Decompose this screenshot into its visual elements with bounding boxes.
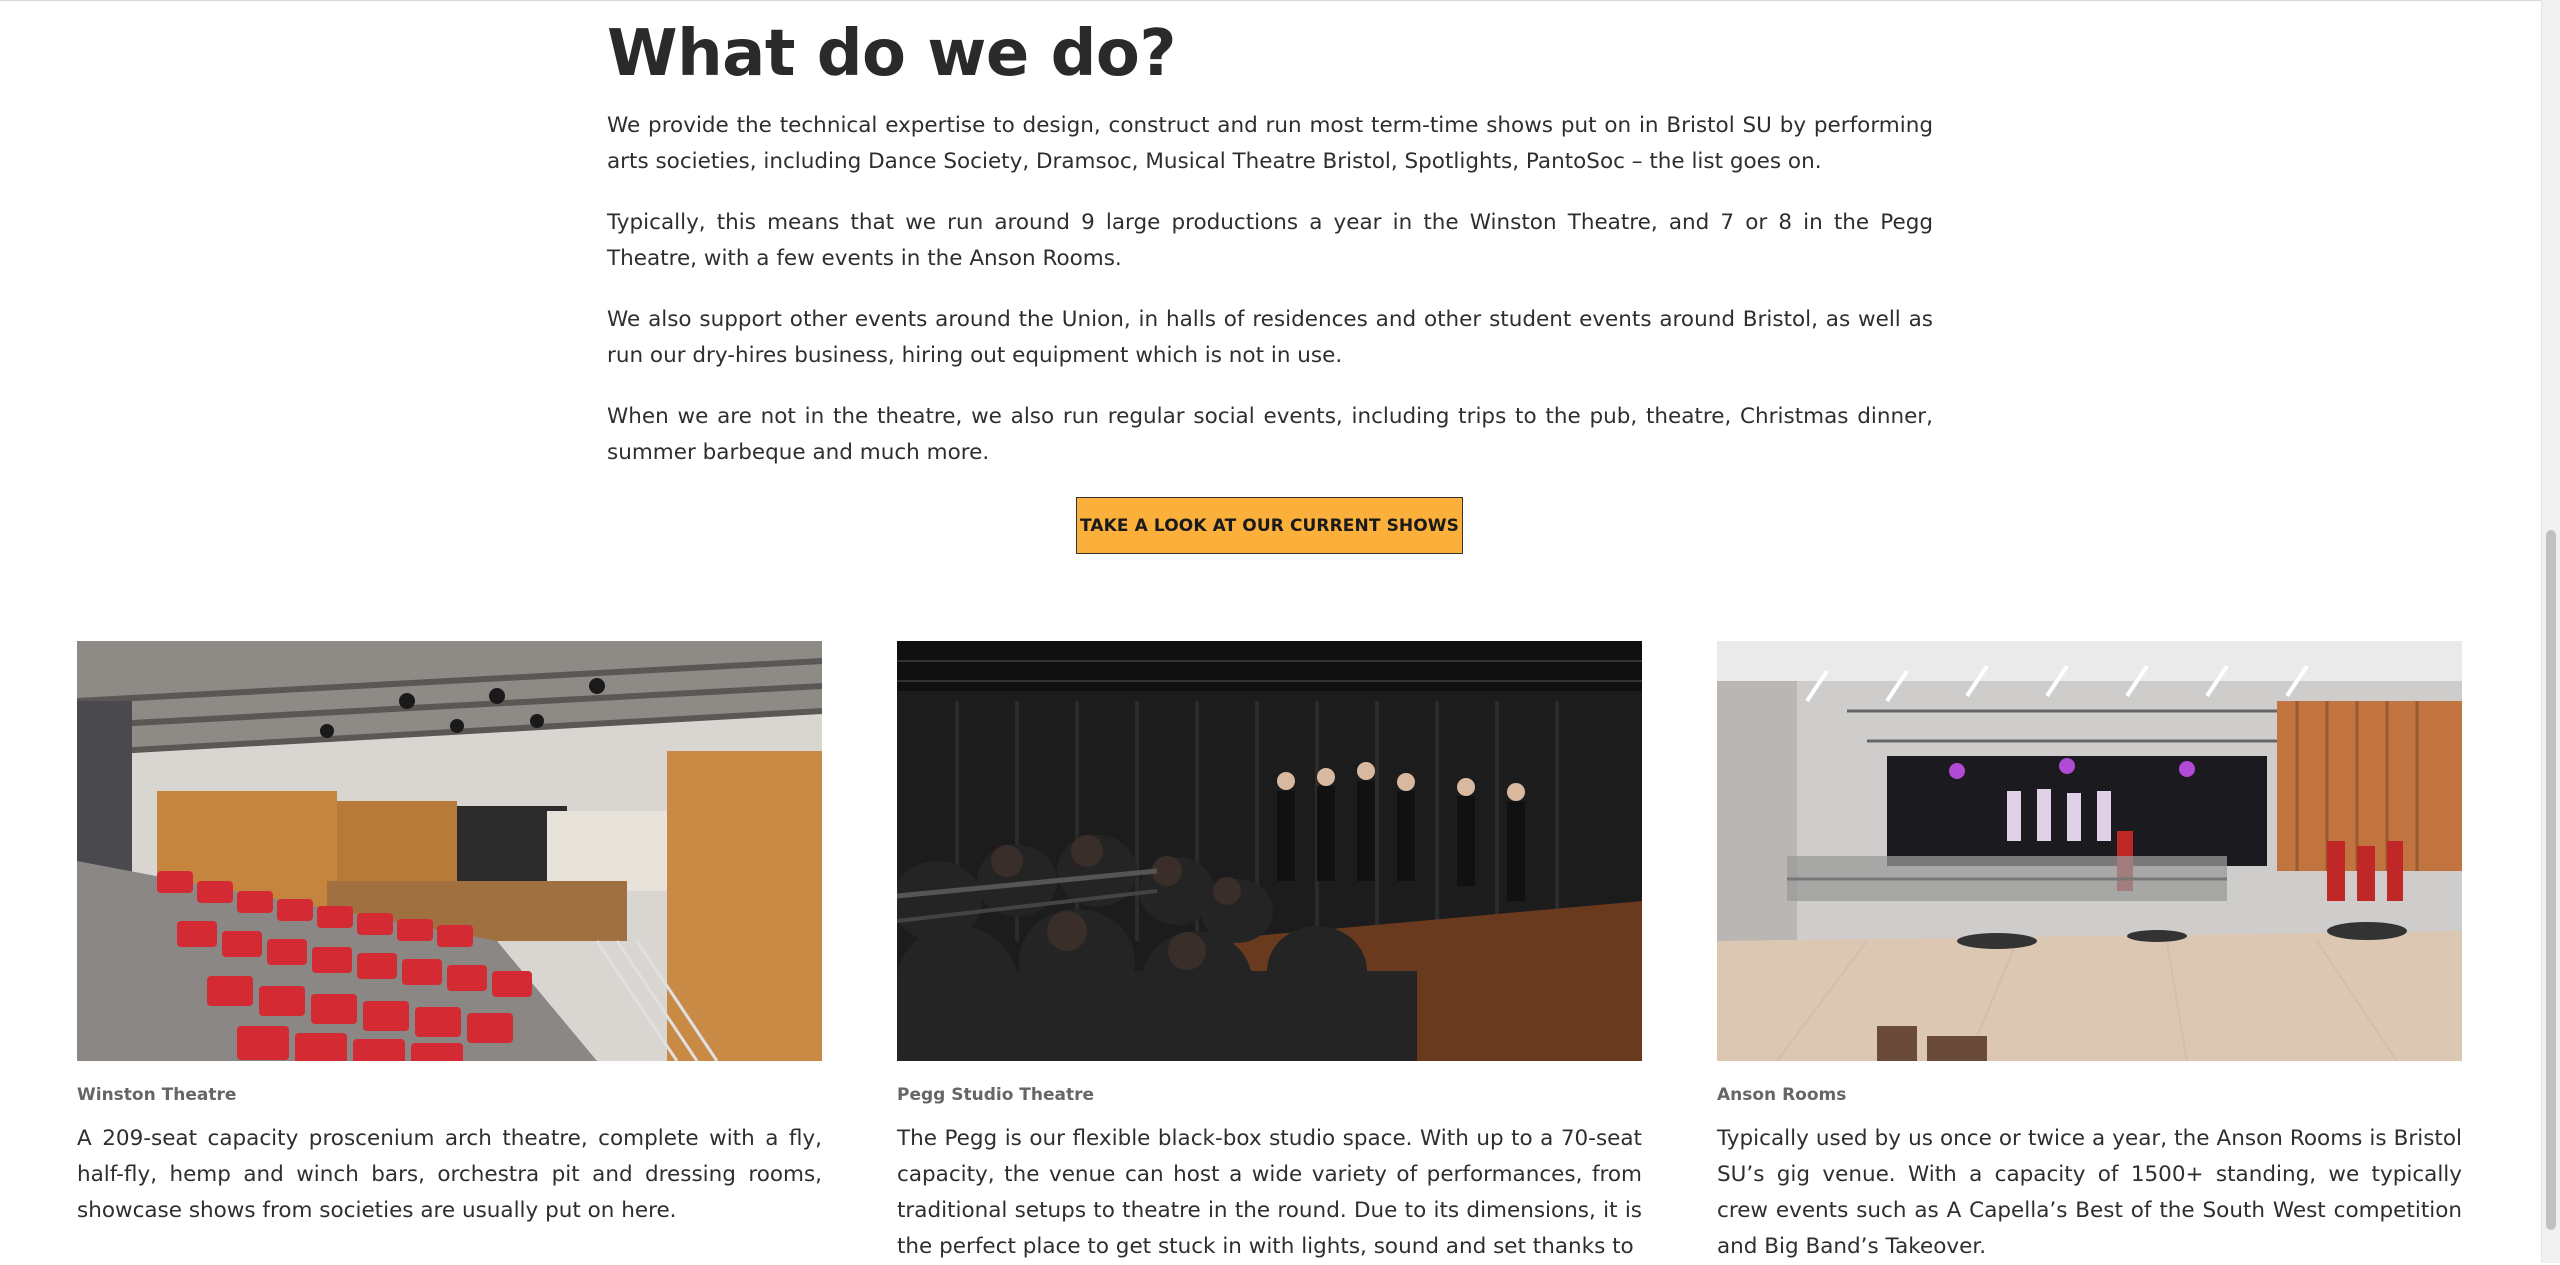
venue-card-pegg: Pegg Studio Theatre The Pegg is our flex… — [897, 641, 1642, 1265]
winston-theatre-photo — [77, 641, 822, 1061]
page-top-border — [0, 0, 2542, 1]
anson-rooms-photo — [1717, 641, 2462, 1061]
section-heading: What do we do? — [607, 17, 1177, 91]
venue-card-anson: Anson Rooms Typically used by us once or… — [1717, 641, 2462, 1265]
venue-caption: Pegg Studio Theatre — [897, 1085, 1095, 1105]
page-scrollbar[interactable] — [2541, 0, 2560, 1263]
pegg-studio-photo — [897, 641, 1642, 1061]
venue-description: The Pegg is our flexible black-box studi… — [897, 1126, 1642, 1259]
scrollbar-thumb[interactable] — [2546, 530, 2556, 1230]
venue-caption: Winston Theatre — [77, 1085, 237, 1105]
social-paragraph: When we are not in the theatre, we also … — [607, 404, 1933, 465]
intro-paragraph: We provide the technical expertise to de… — [607, 113, 1933, 174]
current-shows-button[interactable]: TAKE A LOOK AT OUR CURRENT SHOWS — [1076, 497, 1463, 554]
venue-card-winston: Winston Theatre A 209-seat capacity pros… — [77, 641, 822, 1229]
venue-description: A 209-seat capacity proscenium arch thea… — [77, 1126, 822, 1223]
venue-caption: Anson Rooms — [1717, 1085, 1847, 1105]
venue-description: Typically used by us once or twice a yea… — [1717, 1126, 2462, 1259]
productions-paragraph: Typically, this means that we run around… — [607, 210, 1933, 271]
events-paragraph: We also support other events around the … — [607, 307, 1933, 368]
